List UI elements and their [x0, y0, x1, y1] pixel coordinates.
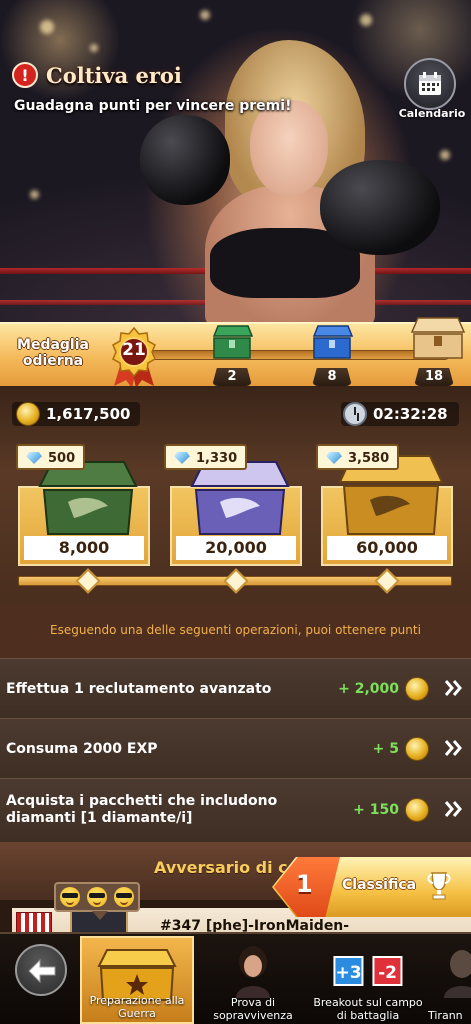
- chest-points-required: 8,000: [24, 536, 144, 560]
- boxing-glove-right: [320, 160, 440, 255]
- task-points: + 150: [353, 802, 399, 818]
- boxing-glove-left: [140, 115, 230, 205]
- sunglasses-emoji-icon: [114, 887, 135, 907]
- back-button[interactable]: [15, 944, 67, 996]
- calendar-label: Calendario: [398, 107, 466, 120]
- chest-points-required: 60,000: [327, 536, 447, 560]
- heroine-portrait-icon: [236, 946, 270, 998]
- nav-label: Preparazione alla Guerra: [89, 994, 185, 1020]
- task-name: Effettua 1 reclutamento avanzato: [6, 681, 272, 697]
- info-text: Eseguendo una delle seguenti operazioni,…: [0, 602, 471, 658]
- milestone-value: 18: [414, 368, 454, 386]
- task-row[interactable]: Acquista i pacchetti che includono diama…: [0, 778, 471, 842]
- task-row[interactable]: Effettua 1 reclutamento avanzato + 2,000: [0, 658, 471, 718]
- chest-points-required: 20,000: [176, 536, 296, 560]
- hero-banner: [0, 0, 471, 330]
- nav-tab-survival-trial[interactable]: Prova di sopravvivenza: [196, 936, 310, 1024]
- milestone-chest-green-icon[interactable]: [210, 324, 254, 360]
- chest-gem-price: 3,580: [316, 444, 400, 470]
- sunglasses-emoji-icon: [86, 887, 107, 907]
- reward-panel: 1,617,500 02:32:28 8,000 500 20,000 1,33…: [0, 386, 471, 602]
- task-points: + 2,000: [338, 681, 399, 697]
- task-row[interactable]: Consuma 2000 EXP + 5: [0, 718, 471, 778]
- coin-balance-value: 1,617,500: [46, 405, 131, 423]
- opponent-title: Avversario di c: [154, 858, 288, 877]
- info-icon[interactable]: !: [12, 62, 38, 88]
- today-medal-count: 21: [122, 340, 146, 360]
- medal-progress-track: [150, 350, 450, 360]
- coin-balance: 1,617,500: [12, 402, 141, 426]
- hero-character-face: [250, 100, 328, 196]
- daily-medal-bar: Medaglia odierna 21 2 8 18: [0, 317, 471, 388]
- double-chevron-right-icon[interactable]: [443, 677, 465, 699]
- sunglasses-emoji-icon: [59, 887, 80, 907]
- score-minus-box: -2: [372, 956, 403, 986]
- clock-icon: [343, 402, 367, 426]
- diamond-icon: [174, 452, 190, 464]
- coin-icon: [405, 737, 429, 761]
- nav-label: Tirann: [428, 1009, 463, 1022]
- progress-milestone-marker: [223, 568, 249, 594]
- diamond-icon: [326, 452, 342, 464]
- coin-icon: [16, 402, 40, 426]
- back-arrow-icon: [28, 958, 56, 984]
- task-name: Consuma 2000 EXP: [6, 741, 158, 757]
- double-chevron-right-icon[interactable]: [443, 798, 465, 820]
- milestone-chest-blue-icon[interactable]: [310, 324, 354, 360]
- event-title-text: Coltiva eroi: [46, 62, 182, 88]
- daily-medal-label: Medaglia odierna: [17, 337, 89, 369]
- trophy-icon: [427, 872, 451, 900]
- event-title: ! Coltiva eroi: [12, 62, 182, 88]
- event-timer-value: 02:32:28: [373, 405, 448, 423]
- task-points: + 5: [372, 741, 399, 757]
- calendar-button[interactable]: [404, 58, 456, 110]
- progress-milestone-marker: [374, 568, 400, 594]
- chest-gem-price: 1,330: [164, 444, 248, 470]
- event-timer: 02:32:28: [341, 402, 459, 426]
- task-name: Acquista i pacchetti che includono diama…: [6, 793, 278, 826]
- coin-icon: [405, 798, 429, 822]
- double-chevron-right-icon[interactable]: [443, 737, 465, 759]
- chest-gem-price: 500: [16, 444, 86, 470]
- emoji-bubble: [54, 882, 140, 920]
- milestone-value: 2: [212, 368, 252, 386]
- score-boxes: +3 -2: [333, 956, 403, 986]
- nav-tab-battlefield-breakout[interactable]: +3 -2 Breakout sul campo di battaglia: [312, 936, 424, 1024]
- nav-label: Breakout sul campo di battaglia: [313, 996, 423, 1022]
- warrior-portrait-icon: [444, 950, 471, 998]
- milestone-chest-gold-icon[interactable]: [410, 316, 466, 360]
- event-subtitle: Guadagna punti per vincere premi!: [14, 98, 292, 114]
- nav-label: Prova di sopravvivenza: [213, 996, 293, 1022]
- calendar-icon: [419, 72, 441, 95]
- score-plus-box: +3: [333, 956, 364, 986]
- ranking-label: Classifica: [342, 877, 417, 893]
- nav-tab-war-preparation[interactable]: Preparazione alla Guerra: [80, 936, 194, 1024]
- ranking-position: 1: [296, 870, 313, 898]
- coin-icon: [405, 677, 429, 701]
- progress-milestone-marker: [75, 568, 101, 594]
- milestone-value: 8: [312, 368, 352, 386]
- diamond-icon: [26, 452, 42, 464]
- nav-tab-tyrant[interactable]: Tirann: [426, 936, 471, 1024]
